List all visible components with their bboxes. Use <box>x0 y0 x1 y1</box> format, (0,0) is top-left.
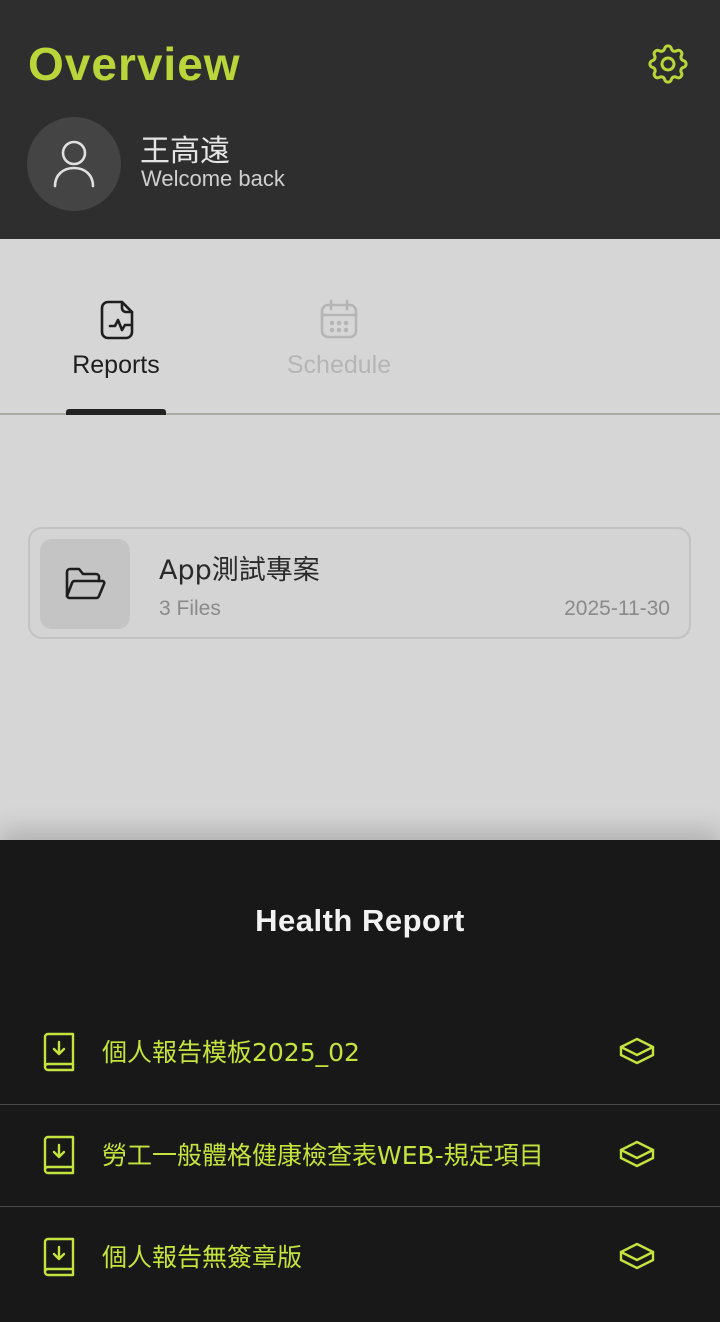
sheet-title: Health Report <box>255 903 465 938</box>
report-item-label: 勞工一般體格健康檢查表WEB-規定項目 <box>102 1141 544 1170</box>
gear-icon[interactable] <box>644 40 692 88</box>
download-document-icon <box>43 1237 75 1277</box>
person-icon <box>53 140 95 188</box>
project-icon-box <box>40 539 130 629</box>
header: Overview 王高遠 Welcome back <box>0 0 720 239</box>
tab-reports-label: Reports <box>72 351 160 379</box>
health-report-sheet: Health Report 個人報告模板2025_02 勞工一般體格健康檢查表W… <box>0 840 720 1322</box>
project-name: App測試專案 <box>159 555 320 586</box>
folder-icon <box>65 567 106 600</box>
user-name: 王高遠 <box>140 134 230 169</box>
tab-reports[interactable]: Reports <box>41 298 191 398</box>
tab-schedule[interactable]: Schedule <box>264 298 414 398</box>
project-card[interactable]: App測試專案 3 Files 2025-11-30 <box>28 527 691 639</box>
welcome-text: Welcome back <box>141 166 285 191</box>
project-date: 2025-11-30 <box>564 597 670 620</box>
tab-active-indicator <box>66 409 166 415</box>
page-title: Overview <box>28 38 241 90</box>
tab-schedule-label: Schedule <box>286 351 392 379</box>
report-item[interactable]: 勞工一般體格健康檢查表WEB-規定項目 <box>0 1104 720 1206</box>
report-item[interactable]: 個人報告模板2025_02 <box>0 1002 720 1104</box>
download-document-icon <box>43 1135 75 1175</box>
layers-icon[interactable] <box>618 1241 656 1277</box>
document-pulse-icon <box>100 300 134 340</box>
avatar[interactable] <box>27 117 121 211</box>
layers-icon[interactable] <box>618 1036 656 1072</box>
download-document-icon <box>43 1032 75 1072</box>
project-file-count: 3 Files <box>159 597 221 620</box>
calendar-icon <box>320 299 358 339</box>
report-item[interactable]: 個人報告無簽章版 <box>0 1206 720 1308</box>
report-item-label: 個人報告無簽章版 <box>102 1243 303 1272</box>
report-item-label: 個人報告模板2025_02 <box>102 1038 360 1067</box>
layers-icon[interactable] <box>618 1139 656 1175</box>
